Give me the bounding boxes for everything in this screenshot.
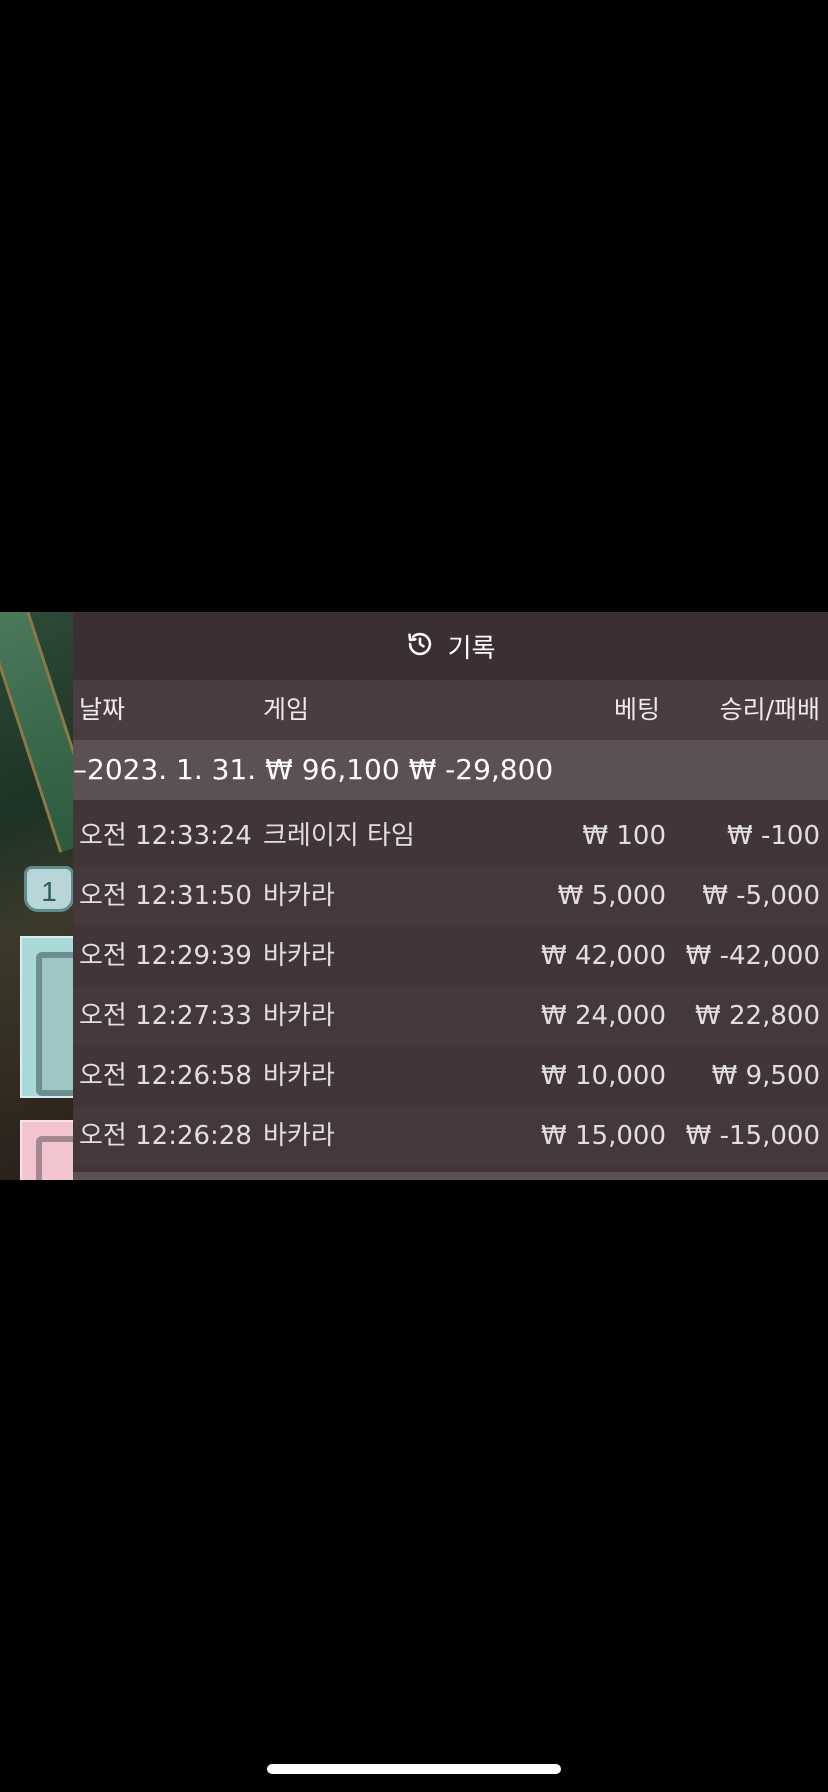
row-bet: ₩ 10,000 <box>541 1061 666 1091</box>
player-card <box>20 936 98 1098</box>
history-icon <box>406 630 434 662</box>
panel-scroll-edge <box>73 1172 828 1180</box>
row-bet: ₩ 42,000 <box>541 941 666 971</box>
history-row[interactable]: 오전 12:26:58 바카라 ₩ 10,000 ₩ 9,500 <box>73 1046 828 1106</box>
row-win-loss: ₩ 22,800 <box>695 1001 820 1031</box>
history-panel-header: 기록 <box>73 612 828 680</box>
date-group-row[interactable]: –2023. 1. 31. ₩ 96,100 ₩ -29,800 <box>73 740 828 800</box>
row-game: 바카라 <box>263 941 335 971</box>
column-header-date: 날짜 <box>79 695 126 724</box>
history-row[interactable]: 오전 12:31:50 바카라 ₩ 5,000 ₩ -5,000 <box>73 866 828 926</box>
column-header-win-loss: 승리/패배 <box>719 695 820 724</box>
column-header-game: 게임 <box>263 695 310 724</box>
panel-title: 기록 <box>447 633 496 664</box>
row-game: 바카라 <box>263 1061 335 1091</box>
row-win-loss: ₩ 9,500 <box>711 1061 820 1091</box>
screen: 1 기록 날짜 게임 베팅 승리/패배 –2023. 1. 31. ₩ 96,1 <box>0 0 828 1792</box>
table-header: 날짜 게임 베팅 승리/패배 <box>73 680 828 740</box>
history-row[interactable]: 오전 12:29:39 바카라 ₩ 42,000 ₩ -42,000 <box>73 926 828 986</box>
history-row[interactable]: 오전 12:33:24 크레이지 타임 ₩ 100 ₩ -100 <box>73 806 828 866</box>
row-time: 오전 12:27:33 <box>79 1001 252 1031</box>
date-group-bet-total: ₩ 96,100 <box>265 753 400 786</box>
column-header-bet: 베팅 <box>613 695 660 724</box>
date-group-label: –2023. 1. 31. <box>73 753 257 786</box>
row-time: 오전 12:29:39 <box>79 941 252 971</box>
row-game: 크레이지 타임 <box>263 821 415 851</box>
row-time: 오전 12:26:28 <box>79 1121 252 1151</box>
history-row[interactable]: 오전 12:26:28 바카라 ₩ 15,000 ₩ -15,000 <box>73 1106 828 1166</box>
row-win-loss: ₩ -15,000 <box>685 1121 820 1151</box>
date-group-win-loss-total: ₩ -29,800 <box>408 753 554 786</box>
row-bet: ₩ 100 <box>582 821 666 851</box>
row-win-loss: ₩ -5,000 <box>702 881 820 911</box>
row-bet: ₩ 15,000 <box>541 1121 666 1151</box>
row-game: 바카라 <box>263 1121 335 1151</box>
history-row[interactable]: 오전 12:27:33 바카라 ₩ 24,000 ₩ 22,800 <box>73 986 828 1046</box>
row-bet: ₩ 5,000 <box>557 881 666 911</box>
row-time: 오전 12:33:24 <box>79 821 252 851</box>
row-game: 바카라 <box>263 1001 335 1031</box>
row-time: 오전 12:26:58 <box>79 1061 252 1091</box>
home-indicator[interactable] <box>267 1764 561 1774</box>
row-game: 바카라 <box>263 881 335 911</box>
seat-number-badge[interactable]: 1 <box>24 866 74 912</box>
game-table-background: 1 <box>0 612 104 1180</box>
row-win-loss: ₩ -100 <box>727 821 820 851</box>
history-panel: 기록 날짜 게임 베팅 승리/패배 –2023. 1. 31. ₩ 96,100… <box>73 612 828 1180</box>
row-time: 오전 12:31:50 <box>79 881 252 911</box>
banker-card <box>20 1120 98 1180</box>
row-bet: ₩ 24,000 <box>541 1001 666 1031</box>
row-win-loss: ₩ -42,000 <box>685 941 820 971</box>
